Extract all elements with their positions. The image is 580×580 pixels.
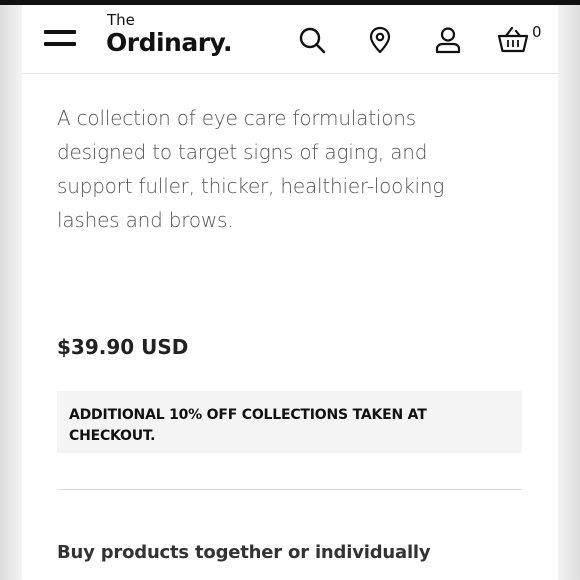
store-locator-button[interactable]	[365, 25, 395, 55]
site-header: The Ordinary. 0	[22, 5, 558, 74]
user-icon	[435, 27, 461, 54]
bundle-section-heading: Buy products together or individually	[57, 542, 431, 563]
cart-button[interactable]	[496, 25, 530, 55]
cart-count-badge: 0	[532, 23, 542, 41]
menu-icon	[44, 30, 76, 34]
section-divider	[57, 489, 522, 490]
logo-main-text: Ordinary.	[106, 28, 233, 57]
basket-icon	[497, 26, 529, 53]
menu-icon-line	[44, 42, 76, 46]
page: The Ordinary. 0 A collection of eye care…	[22, 5, 558, 580]
logo-small-text: The	[107, 11, 135, 29]
menu-button[interactable]	[44, 26, 78, 50]
brand-logo[interactable]: The Ordinary.	[106, 11, 233, 57]
product-description: A collection of eye care formulations de…	[57, 106, 445, 232]
account-button[interactable]	[433, 25, 463, 55]
product-price: $39.90 USD	[57, 335, 189, 359]
promo-banner: ADDITIONAL 10% OFF COLLECTIONS TAKEN AT …	[57, 391, 522, 453]
screen: The Ordinary. 0 A collection of eye care…	[0, 0, 580, 580]
location-pin-icon	[369, 26, 391, 54]
search-button[interactable]	[297, 25, 327, 55]
search-icon	[299, 27, 326, 54]
